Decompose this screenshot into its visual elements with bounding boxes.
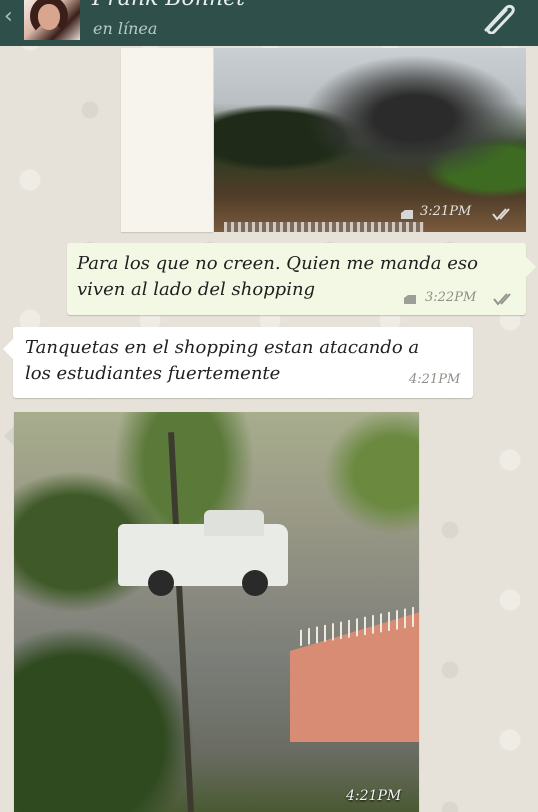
message-time: 4:21PM — [409, 372, 461, 387]
image-message-smoke[interactable]: 3:21PM — [214, 48, 526, 232]
photo-icon — [401, 210, 413, 219]
image-message-frame — [121, 48, 213, 232]
paperclip-icon[interactable] — [476, 0, 518, 34]
contact-name[interactable]: Frank Bonnet — [92, 0, 245, 11]
avatar[interactable] — [24, 0, 80, 40]
bubble-tail — [526, 257, 536, 277]
message-line-1: Tanquetas en el shopping estan atacando … — [25, 337, 420, 358]
message-line-2: viven al lado del shopping — [77, 279, 316, 300]
message-line-1: Para los que no creen. Quien me manda es… — [77, 253, 478, 274]
incoming-message-bubble[interactable]: Tanquetas en el shopping estan atacando … — [3, 327, 473, 398]
image-message-tank[interactable]: 4:21PM — [14, 412, 419, 812]
contact-status: en línea — [93, 19, 158, 38]
chat-header: ‹ Frank Bonnet en línea — [0, 0, 538, 46]
vehicle-wheel — [242, 570, 268, 596]
voice-icon — [404, 295, 416, 304]
bubble-tail — [4, 426, 14, 446]
avatar-face — [38, 4, 60, 30]
bubble-tail — [3, 339, 13, 359]
message-time: 3:22PM — [425, 290, 477, 305]
double-check-icon — [493, 293, 511, 306]
double-check-icon — [492, 208, 510, 221]
chevron-left-icon[interactable]: ‹ — [4, 4, 13, 29]
photo-vehicle — [118, 510, 288, 596]
message-line-2: los estudiantes fuertemente — [25, 363, 281, 384]
message-time: 3:21PM — [420, 204, 472, 219]
photo-pole — [168, 432, 194, 812]
message-time: 4:21PM — [346, 788, 402, 804]
outgoing-message-bubble[interactable]: Para los que no creen. Quien me manda es… — [67, 243, 536, 315]
vehicle-cab — [204, 510, 264, 536]
vehicle-wheel — [148, 570, 174, 596]
photo-fence — [224, 222, 424, 232]
